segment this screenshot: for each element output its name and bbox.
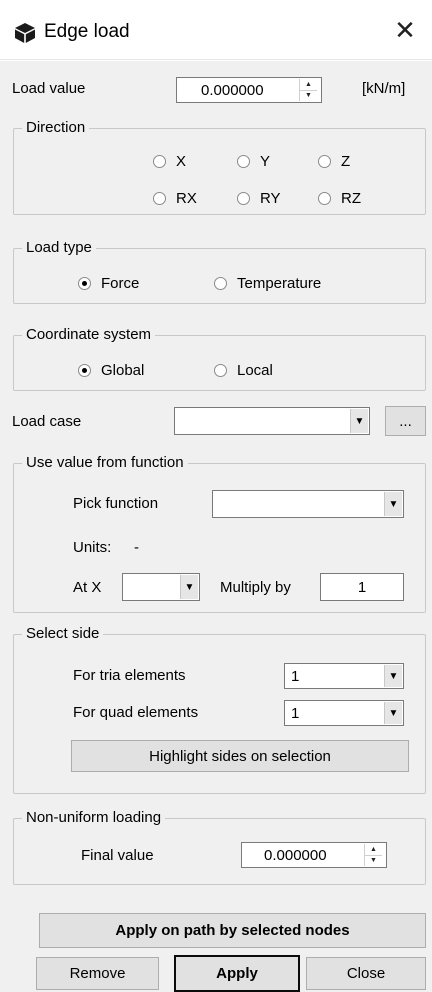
direction-rx-radio[interactable]: RX xyxy=(153,188,197,208)
close-button[interactable]: Close xyxy=(306,957,426,990)
direction-x-radio[interactable]: X xyxy=(153,151,186,171)
direction-legend: Direction xyxy=(22,119,90,137)
remove-button[interactable]: Remove xyxy=(36,957,159,990)
chevron-down-icon[interactable]: ▼ xyxy=(180,575,198,599)
load-case-dropdown[interactable]: ▼ xyxy=(174,407,370,435)
spin-up-icon[interactable]: ▲ xyxy=(365,844,382,855)
apply-on-path-button[interactable]: Apply on path by selected nodes xyxy=(39,913,426,948)
coordinate-system-group: Coordinate system Global Local xyxy=(13,326,426,391)
direction-rz-radio[interactable]: RZ xyxy=(318,188,361,208)
function-group: Use value from function Pick function ▼ … xyxy=(13,454,426,613)
tria-side-value: 1 xyxy=(291,667,300,685)
cube-icon xyxy=(15,23,35,43)
final-value-text: 0.000000 xyxy=(264,846,327,864)
multiply-by-label: Multiply by xyxy=(220,579,291,596)
multiply-by-input[interactable]: 1 xyxy=(320,573,404,601)
load-case-label: Load case xyxy=(12,413,82,430)
pick-function-dropdown[interactable]: ▼ xyxy=(212,490,404,518)
load-value-spinner[interactable]: 0.000000 ▲ ▼ xyxy=(176,77,322,103)
load-value-text: 0.000000 xyxy=(201,81,264,99)
quad-label: For quad elements xyxy=(73,704,199,721)
temperature-radio[interactable]: Temperature xyxy=(214,273,321,293)
browse-load-case-button[interactable]: ... xyxy=(385,406,426,436)
load-type-legend: Load type xyxy=(22,239,96,257)
force-radio[interactable]: Force xyxy=(78,273,139,293)
units-label: Units: xyxy=(73,539,112,556)
direction-group: Direction X Y Z RX RY RZ xyxy=(13,119,426,215)
coordinate-system-legend: Coordinate system xyxy=(22,326,156,344)
load-value-label: Load value xyxy=(12,80,86,97)
load-type-group: Load type Force Temperature xyxy=(13,239,426,304)
title-bar: Edge load ✕ xyxy=(0,0,432,60)
chevron-down-icon[interactable]: ▼ xyxy=(384,665,402,687)
final-value-label: Final value xyxy=(81,847,154,864)
apply-button[interactable]: Apply xyxy=(174,955,300,992)
spin-up-icon[interactable]: ▲ xyxy=(300,79,317,90)
function-legend: Use value from function xyxy=(22,454,188,472)
final-value-spinner[interactable]: 0.000000 ▲ ▼ xyxy=(241,842,387,868)
chevron-down-icon[interactable]: ▼ xyxy=(350,409,368,433)
close-icon[interactable]: ✕ xyxy=(390,15,420,45)
spinner-arrows[interactable]: ▲ ▼ xyxy=(299,79,317,101)
spin-down-icon[interactable]: ▼ xyxy=(300,89,317,102)
global-radio[interactable]: Global xyxy=(78,360,144,380)
units-value: - xyxy=(134,539,139,556)
quad-side-dropdown[interactable]: 1 ▼ xyxy=(284,700,404,726)
chevron-down-icon[interactable]: ▼ xyxy=(384,492,402,516)
spin-down-icon[interactable]: ▼ xyxy=(365,854,382,867)
tria-label: For tria elements xyxy=(73,667,186,684)
local-radio[interactable]: Local xyxy=(214,360,273,380)
spinner-arrows[interactable]: ▲ ▼ xyxy=(364,844,382,866)
load-value-unit: [kN/m] xyxy=(362,80,406,97)
tria-side-dropdown[interactable]: 1 ▼ xyxy=(284,663,404,689)
dialog-body: Load value 0.000000 ▲ ▼ [kN/m] Direction … xyxy=(0,61,432,992)
multiply-by-value: 1 xyxy=(357,578,367,596)
non-uniform-legend: Non-uniform loading xyxy=(22,809,166,827)
direction-z-radio[interactable]: Z xyxy=(318,151,350,171)
select-side-legend: Select side xyxy=(22,625,104,643)
chevron-down-icon[interactable]: ▼ xyxy=(384,702,402,724)
highlight-sides-button[interactable]: Highlight sides on selection xyxy=(71,740,409,772)
at-x-label: At X xyxy=(73,579,102,596)
pick-function-label: Pick function xyxy=(73,495,159,512)
quad-side-value: 1 xyxy=(291,704,300,722)
non-uniform-group: Non-uniform loading Final value 0.000000… xyxy=(13,809,426,885)
select-side-group: Select side For tria elements 1 ▼ For qu… xyxy=(13,625,426,794)
direction-ry-radio[interactable]: RY xyxy=(237,188,281,208)
at-x-dropdown[interactable]: ▼ xyxy=(122,573,200,601)
window-title: Edge load xyxy=(44,21,130,42)
direction-y-radio[interactable]: Y xyxy=(237,151,270,171)
